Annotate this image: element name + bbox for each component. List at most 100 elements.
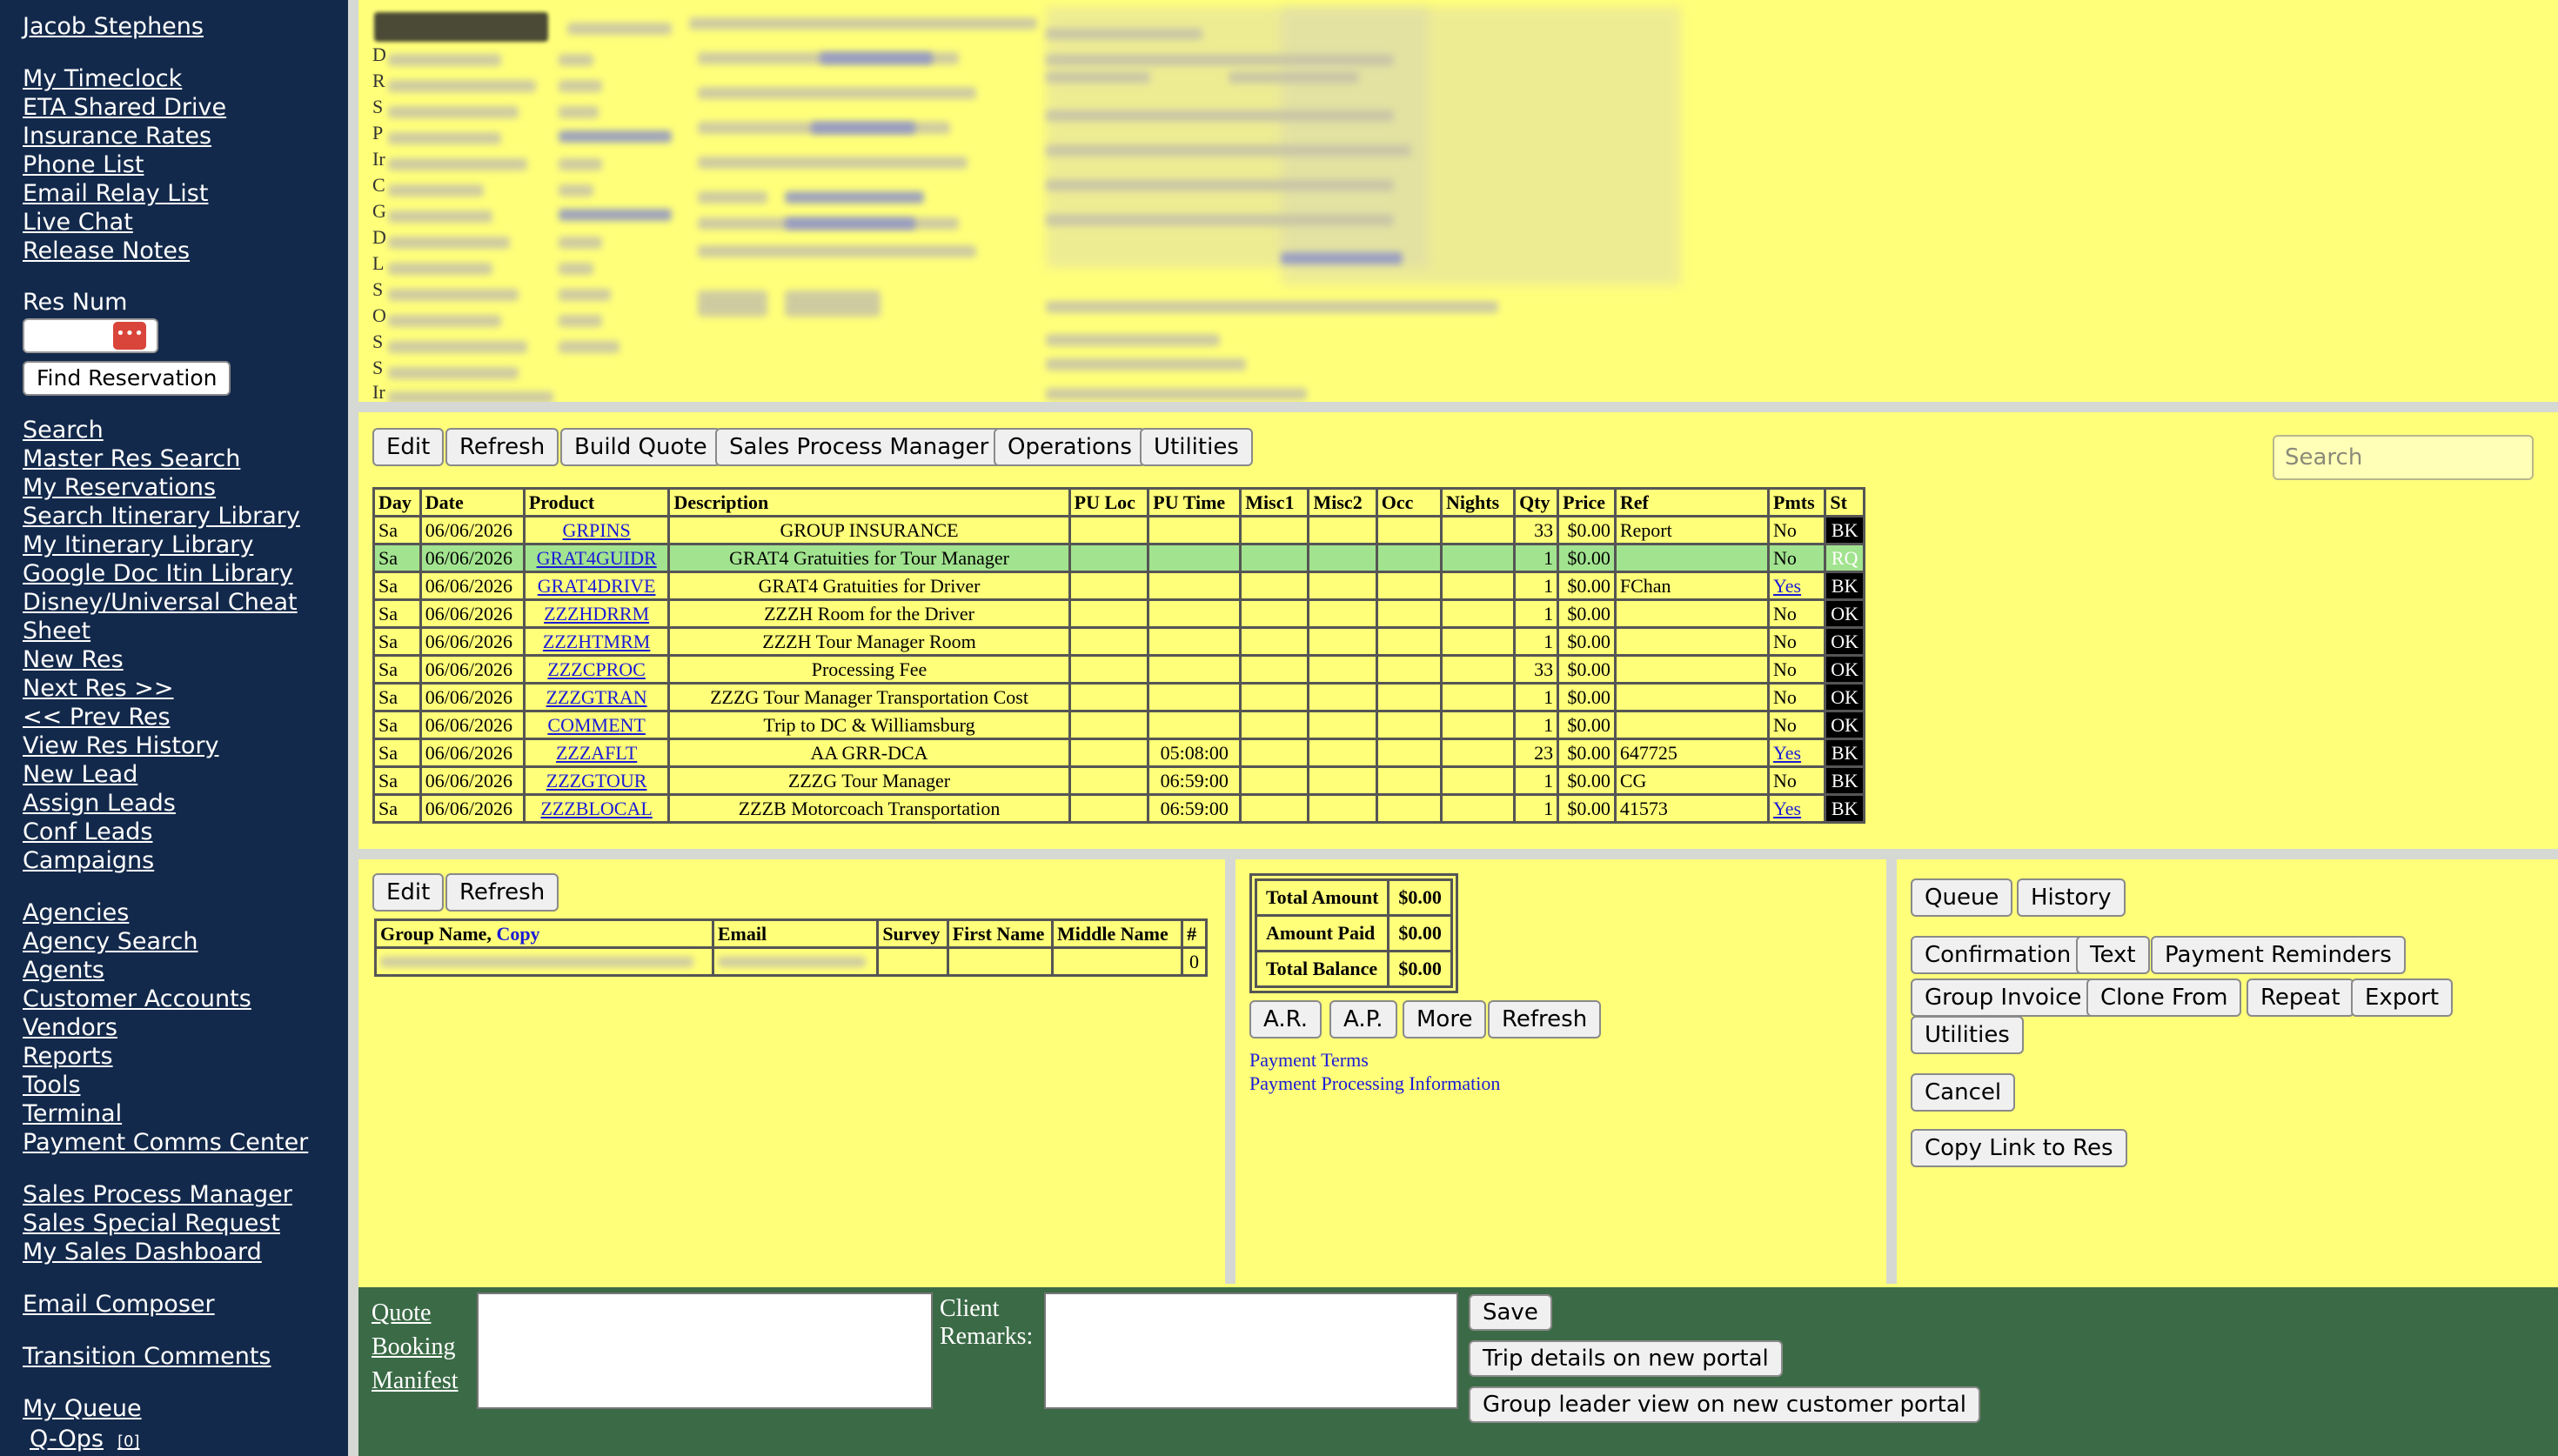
product-code-link[interactable]: ZZZBLOCAL bbox=[540, 798, 652, 819]
product-code-link[interactable]: ZZZGTRAN bbox=[546, 686, 647, 708]
product-code-link[interactable]: ZZZAFLT bbox=[556, 742, 637, 764]
payment-reminders-button[interactable]: Payment Reminders bbox=[2151, 936, 2406, 974]
ap-button[interactable]: A.P. bbox=[1329, 1000, 1397, 1039]
export-button[interactable]: Export bbox=[2351, 978, 2454, 1017]
sidebar-link-shared-drive[interactable]: ETA Shared Drive bbox=[23, 93, 226, 122]
sidebar-link-sales-special-request[interactable]: Sales Special Request bbox=[23, 1209, 280, 1238]
refresh-button[interactable]: Refresh bbox=[445, 428, 559, 466]
sidebar-link-my-reservations[interactable]: My Reservations bbox=[23, 473, 216, 502]
sidebar-link-terminal[interactable]: Terminal bbox=[23, 1099, 122, 1128]
sidebar-divider[interactable] bbox=[348, 0, 358, 1456]
table-splitter[interactable] bbox=[358, 849, 2558, 859]
cell-product[interactable]: GRAT4GUIDR bbox=[522, 543, 671, 573]
sidebar-link-payment-comms[interactable]: Payment Comms Center bbox=[23, 1128, 308, 1157]
save-remarks-button[interactable]: Save bbox=[1469, 1294, 1552, 1331]
booking-link[interactable]: Booking bbox=[372, 1333, 455, 1361]
cell-product[interactable]: ZZZHTMRM bbox=[522, 626, 671, 657]
sidebar-link-my-queue[interactable]: My Queue bbox=[23, 1394, 142, 1423]
cell-product[interactable]: ZZZBLOCAL bbox=[522, 793, 671, 824]
actions-utilities-button[interactable]: Utilities bbox=[1911, 1016, 2024, 1054]
product-code-link[interactable]: ZZZHDRRM bbox=[544, 603, 649, 624]
col-misc1[interactable]: Misc1 bbox=[1239, 487, 1310, 518]
col-misc2[interactable]: Misc2 bbox=[1307, 487, 1378, 518]
queue-button[interactable]: Queue bbox=[1911, 878, 2013, 917]
trip-details-portal-button[interactable]: Trip details on new portal bbox=[1469, 1340, 1783, 1377]
itinerary-row[interactable]: Sa 06/06/2026 GRAT4DRIVE GRAT4 Gratuities f… bbox=[372, 571, 1865, 601]
payment-refresh-button[interactable]: Refresh bbox=[1488, 1000, 1602, 1039]
sidebar-link-google-doc-itin[interactable]: Google Doc Itin Library bbox=[23, 559, 293, 588]
clone-from-button[interactable]: Clone From bbox=[2086, 978, 2242, 1017]
header-splitter[interactable] bbox=[358, 402, 2558, 412]
col-product[interactable]: Product bbox=[522, 487, 671, 518]
quote-link[interactable]: Quote bbox=[372, 1299, 431, 1327]
sidebar-link-customer-accounts[interactable]: Customer Accounts bbox=[23, 985, 251, 1013]
find-reservation-button[interactable]: Find Reservation bbox=[23, 361, 231, 396]
sidebar-link-transition-comments[interactable]: Transition Comments bbox=[23, 1342, 271, 1371]
password-manager-icon[interactable]: ••• bbox=[113, 322, 146, 350]
product-code-link[interactable]: GRAT4GUIDR bbox=[537, 547, 657, 569]
sidebar-link-sales-dashboard[interactable]: My Sales Dashboard bbox=[23, 1238, 262, 1266]
col-price[interactable]: Price bbox=[1557, 487, 1617, 518]
cancel-reservation-button[interactable]: Cancel bbox=[1911, 1073, 2016, 1112]
sidebar-link-release-notes[interactable]: Release Notes bbox=[23, 237, 190, 265]
sidebar-link-disney-cheat[interactable]: Disney/Universal Cheat bbox=[23, 588, 298, 617]
copy-link-to-res-button[interactable]: Copy Link to Res bbox=[1911, 1129, 2127, 1167]
history-button[interactable]: History bbox=[2017, 878, 2126, 917]
col-pmts[interactable]: Pmts bbox=[1767, 487, 1827, 518]
itinerary-row[interactable]: Sa 06/06/2026 ZZZHTMRM ZZZH Tour Manager Ro… bbox=[372, 626, 1865, 657]
sidebar-link-prev-res[interactable]: << Prev Res bbox=[23, 703, 171, 731]
cell-product[interactable]: GRPINS bbox=[522, 515, 671, 545]
sidebar-link-q-ops[interactable]: Q-Ops [0] bbox=[30, 1425, 139, 1456]
group-member-row[interactable]: 0 bbox=[374, 946, 1208, 977]
product-code-link[interactable]: ZZZGTOUR bbox=[546, 770, 647, 791]
sidebar-link-conf-leads[interactable]: Conf Leads bbox=[23, 818, 153, 846]
col-qty[interactable]: Qty bbox=[1513, 487, 1560, 518]
operations-button[interactable]: Operations bbox=[994, 428, 1146, 466]
cell-product[interactable]: GRAT4DRIVE bbox=[522, 571, 671, 601]
sidebar-link-my-itinerary[interactable]: My Itinerary Library bbox=[23, 531, 253, 559]
sidebar-link-vendors[interactable]: Vendors bbox=[23, 1013, 117, 1042]
cell-product[interactable]: ZZZCPROC bbox=[522, 654, 671, 685]
sidebar-link-search-itinerary[interactable]: Search Itinerary Library bbox=[23, 502, 300, 531]
sidebar-link-sales-process-manager[interactable]: Sales Process Manager bbox=[23, 1180, 292, 1209]
group-refresh-button[interactable]: Refresh bbox=[445, 873, 559, 912]
cell-product[interactable]: ZZZAFLT bbox=[522, 738, 671, 768]
product-code-link[interactable]: ZZZCPROC bbox=[547, 658, 645, 680]
sidebar-link-master-res-search[interactable]: Master Res Search bbox=[23, 444, 240, 473]
payment-terms-link[interactable]: Payment Terms bbox=[1249, 1049, 1369, 1072]
sidebar-link-timeclock[interactable]: My Timeclock bbox=[23, 64, 182, 93]
col-date[interactable]: Date bbox=[419, 487, 526, 518]
user-name-link[interactable]: Jacob Stephens bbox=[23, 12, 204, 41]
manifest-link[interactable]: Manifest bbox=[372, 1367, 459, 1395]
sidebar-link-disney-cheat-sheet[interactable]: Sheet bbox=[23, 617, 90, 645]
product-code-link[interactable]: COMMENT bbox=[547, 714, 645, 736]
col-ref[interactable]: Ref bbox=[1613, 487, 1771, 518]
sales-process-manager-button[interactable]: Sales Process Manager bbox=[715, 428, 1003, 466]
itinerary-row[interactable]: Sa 06/06/2026 GRPINS GROUP INSURANCE 33 $0.00… bbox=[372, 515, 1865, 545]
cell-product[interactable]: ZZZGTOUR bbox=[522, 765, 671, 796]
itinerary-search-input[interactable]: Search bbox=[2273, 435, 2534, 480]
sidebar-link-agencies[interactable]: Agencies bbox=[23, 898, 129, 927]
col-nights[interactable]: Nights bbox=[1440, 487, 1517, 518]
copy-group-name-link[interactable]: Copy bbox=[496, 923, 539, 945]
sidebar-link-agents[interactable]: Agents bbox=[23, 956, 104, 985]
cell-product[interactable]: ZZZHDRRM bbox=[522, 598, 671, 629]
sidebar-link-email-relay[interactable]: Email Relay List bbox=[23, 179, 208, 208]
cell-pmts[interactable]: Yes bbox=[1767, 793, 1827, 824]
col-st[interactable]: St bbox=[1824, 487, 1865, 518]
sidebar-link-insurance-rates[interactable]: Insurance Rates bbox=[23, 122, 211, 150]
product-code-link[interactable]: GRAT4DRIVE bbox=[538, 575, 656, 597]
col-pu-time[interactable]: PU Time bbox=[1147, 487, 1242, 518]
cell-product[interactable]: COMMENT bbox=[522, 710, 671, 740]
sidebar-link-live-chat[interactable]: Live Chat bbox=[23, 208, 133, 237]
group-leader-portal-button[interactable]: Group leader view on new customer portal bbox=[1469, 1386, 1980, 1423]
group-invoice-button[interactable]: Group Invoice bbox=[1911, 978, 2096, 1017]
repeat-button[interactable]: Repeat bbox=[2247, 978, 2354, 1017]
payment-processing-link[interactable]: Payment Processing Information bbox=[1249, 1072, 1500, 1095]
sidebar-link-agency-search[interactable]: Agency Search bbox=[23, 927, 198, 956]
product-code-link[interactable]: GRPINS bbox=[563, 519, 631, 541]
itinerary-row[interactable]: Sa 06/06/2026 ZZZBLOCAL ZZZB Motorcoach Tra… bbox=[372, 793, 1865, 824]
itinerary-row[interactable]: Sa 06/06/2026 ZZZAFLT AA GRR-DCA 05:08:00 23 $… bbox=[372, 738, 1865, 768]
product-code-link[interactable]: ZZZHTMRM bbox=[543, 631, 650, 652]
col-pu-loc[interactable]: PU Loc bbox=[1068, 487, 1150, 518]
